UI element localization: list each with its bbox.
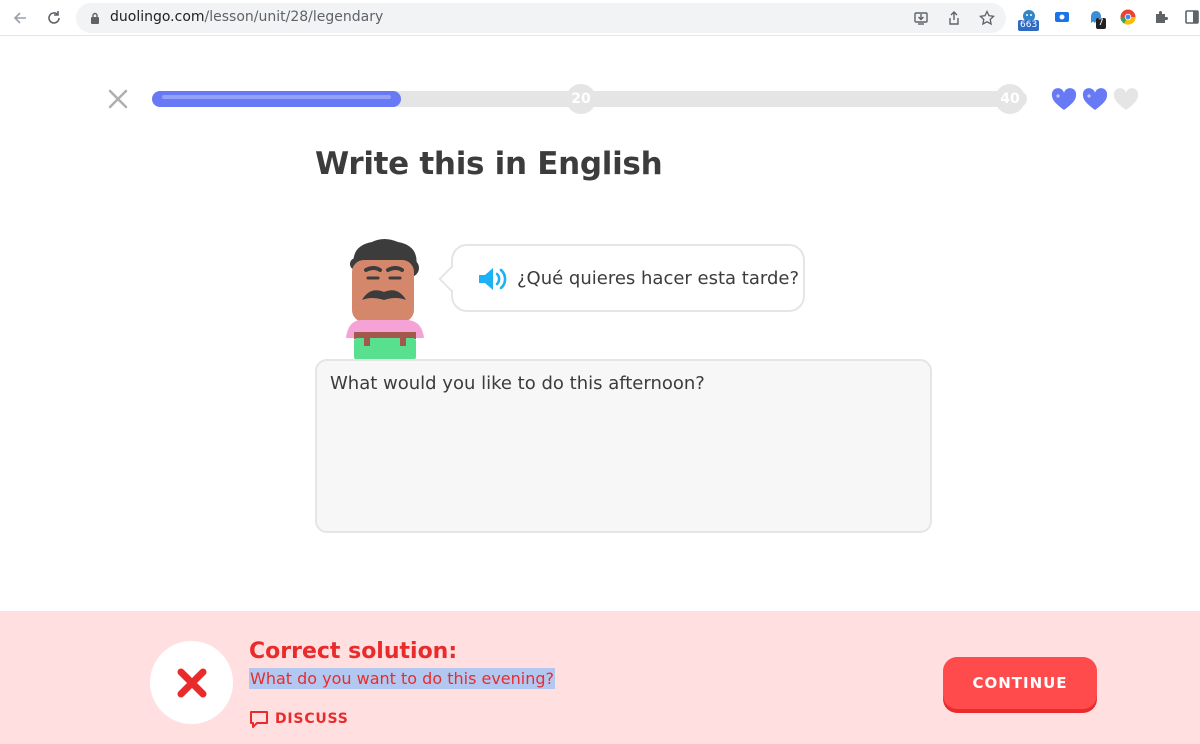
ext-badge-number: 7: [1096, 18, 1106, 29]
close-lesson-icon[interactable]: [106, 87, 130, 111]
ext-badge-count: 663: [1018, 20, 1040, 31]
answer-text: What would you like to do this afternoon…: [330, 373, 705, 394]
install-icon[interactable]: [912, 9, 930, 27]
incorrect-x-icon: [177, 668, 206, 697]
heart-empty-icon: [1113, 88, 1139, 110]
discuss-label: DISCUSS: [275, 711, 349, 727]
heart-full-icon: [1082, 88, 1108, 110]
discuss-button[interactable]: DISCUSS: [249, 709, 349, 729]
milestone-40: 40: [995, 84, 1025, 114]
ext-ghost-icon[interactable]: 663: [1018, 7, 1040, 31]
side-panel-icon[interactable]: [1182, 7, 1200, 27]
lock-icon: [91, 12, 99, 24]
extensions-puzzle-icon[interactable]: [1151, 7, 1171, 27]
continue-button[interactable]: CONTINUE: [943, 657, 1097, 709]
address-bar[interactable]: duolingo.com/lesson/unit/28/legendary: [76, 3, 1006, 33]
comment-icon: [250, 711, 268, 728]
progress-fill: [152, 91, 402, 107]
speaker-icon[interactable]: [477, 266, 509, 292]
feedback-title: Correct solution:: [249, 639, 458, 664]
url-text: duolingo.com/lesson/unit/28/legendary: [110, 9, 384, 25]
incorrect-badge: [150, 641, 233, 724]
share-icon[interactable]: [945, 9, 963, 27]
browser-toolbar: duolingo.com/lesson/unit/28/legendary 66…: [0, 0, 1200, 36]
feedback-panel: Correct solution: What do you want to do…: [0, 611, 1200, 744]
star-icon[interactable]: [978, 9, 996, 27]
reload-icon[interactable]: [42, 6, 66, 30]
ext-ghost2-icon[interactable]: 7: [1086, 7, 1106, 29]
bubble-tail: [438, 266, 464, 292]
correct-solution-text: What do you want to do this evening?: [249, 668, 556, 689]
ext-chrome-icon[interactable]: [1118, 7, 1138, 27]
page-title: Write this in English: [315, 146, 663, 182]
milestone-20: 20: [566, 84, 596, 114]
back-arrow-icon[interactable]: [8, 6, 32, 30]
speech-bubble: ¿Qué quieres hacer esta tarde?: [438, 244, 805, 312]
answer-textarea[interactable]: What would you like to do this afternoon…: [315, 359, 932, 533]
prompt-sentence[interactable]: ¿Qué quieres hacer esta tarde?: [517, 268, 799, 289]
ext-record-icon[interactable]: [1052, 7, 1072, 27]
heart-full-icon: [1051, 88, 1077, 110]
character-illustration: [346, 239, 424, 360]
